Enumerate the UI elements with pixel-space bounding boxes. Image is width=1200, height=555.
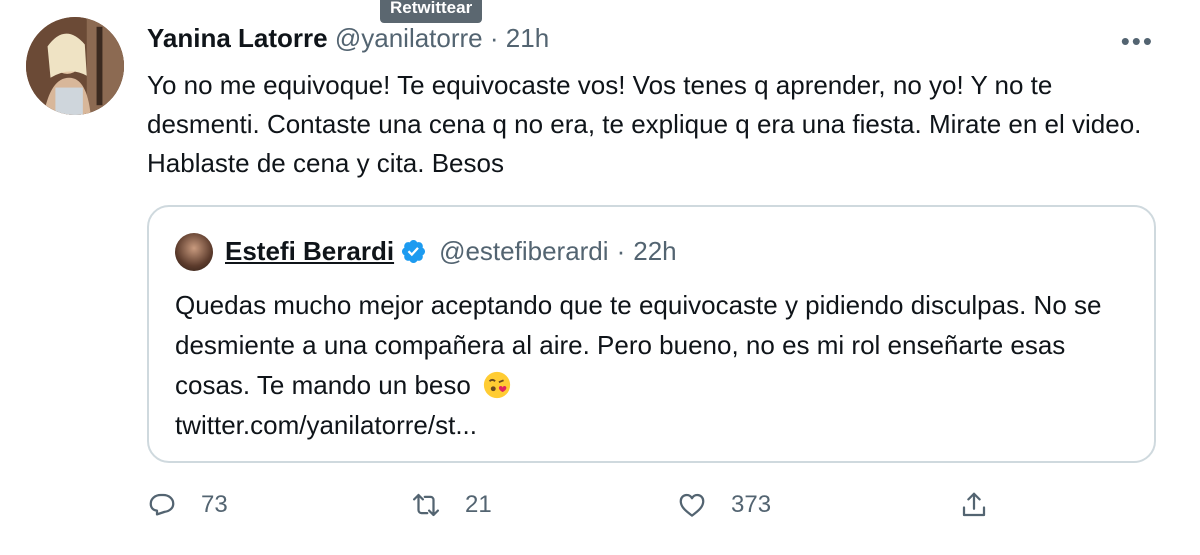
author-name[interactable]: Yanina Latorre bbox=[147, 23, 328, 53]
quoted-text-block: Quedas mucho mejor aceptando que te equi… bbox=[175, 285, 1135, 405]
kissing-face-emoji-icon bbox=[483, 371, 511, 399]
heart-icon bbox=[679, 493, 705, 517]
action-bar: 73 21 373 bbox=[147, 490, 1007, 532]
quoted-header: Estefi Berardi @estefiberardi · 22h bbox=[225, 235, 677, 267]
tweet-header: Yanina Latorre @yanilatorre · 21h bbox=[147, 22, 549, 54]
reply-button[interactable]: 73 bbox=[147, 490, 228, 520]
retweet-icon bbox=[413, 493, 439, 517]
quoted-avatar[interactable] bbox=[175, 233, 213, 271]
tweet-text: Yo no me equivoque! Te equivocaste vos! … bbox=[147, 70, 1142, 178]
retweet-count: 21 bbox=[465, 491, 492, 518]
reply-icon bbox=[149, 493, 175, 516]
quoted-meta-separator: · bbox=[616, 236, 626, 266]
quoted-author-handle[interactable]: @estefiberardi bbox=[439, 235, 608, 267]
reply-count: 73 bbox=[201, 491, 228, 518]
meta-separator: · bbox=[489, 23, 499, 53]
author-handle[interactable]: @yanilatorre bbox=[335, 23, 483, 53]
share-button[interactable] bbox=[959, 490, 989, 520]
more-icon[interactable]: ••• bbox=[1121, 26, 1154, 57]
tweet-time[interactable]: 21h bbox=[506, 23, 549, 53]
like-count: 373 bbox=[731, 491, 772, 518]
avatar[interactable] bbox=[26, 17, 124, 115]
tweet: Retwittear Yanina Latorre @yanilatorre ·… bbox=[0, 0, 1200, 555]
quoted-tweet[interactable]: Estefi Berardi @estefiberardi · 22h Qued… bbox=[147, 205, 1156, 463]
avatar-photo bbox=[26, 17, 124, 115]
like-button[interactable]: 373 bbox=[677, 490, 771, 520]
retweet-tooltip: Retwittear bbox=[380, 0, 483, 23]
quoted-tweet-time[interactable]: 22h bbox=[633, 235, 676, 267]
quoted-tweet-text: Quedas mucho mejor aceptando que te equi… bbox=[175, 290, 1102, 400]
retweet-button[interactable]: 21 bbox=[411, 490, 492, 520]
verified-badge-icon bbox=[402, 239, 426, 263]
share-icon bbox=[962, 492, 986, 517]
quoted-author-name[interactable]: Estefi Berardi bbox=[225, 235, 394, 267]
quoted-link[interactable]: twitter.com/yanilatorre/st... bbox=[175, 405, 477, 445]
